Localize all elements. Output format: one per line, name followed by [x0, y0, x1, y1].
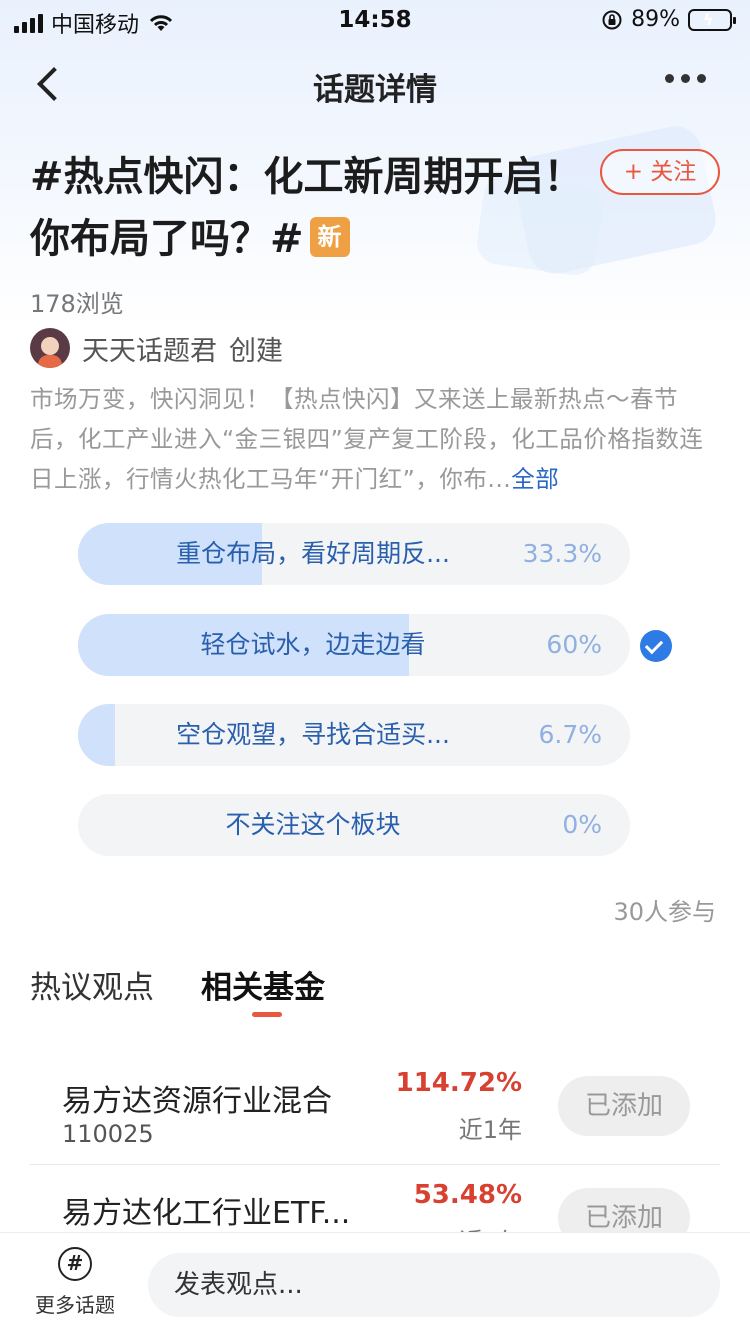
selected-check-icon — [640, 630, 672, 662]
navbar: 话题详情 — [0, 44, 750, 124]
fund-return-period: 近1年 — [458, 1116, 522, 1144]
divider — [30, 1164, 720, 1165]
fund-return: 53.48% — [413, 1180, 522, 1210]
fund-code: 110025 — [62, 1120, 154, 1148]
tab-related-funds[interactable]: 相关基金 — [201, 962, 325, 1007]
poll-option-percent: 33.3% — [522, 539, 602, 568]
bottom-bar: # 更多话题 发表观点... — [0, 1232, 750, 1334]
description-text: 市场万变，快闪洞见！【热点快闪】又来送上最新热点～春节后，化工产业进入“金三银四… — [30, 385, 704, 493]
tab-hot-opinions[interactable]: 热议观点 — [30, 962, 154, 1007]
hashtag-icon: # — [58, 1247, 92, 1281]
more-topics-label: 更多话题 — [35, 1293, 115, 1317]
fund-name: 易方达化工行业ETF... — [62, 1196, 351, 1231]
orientation-lock-icon — [602, 10, 622, 29]
status-right: 89% ϟ — [601, 7, 736, 32]
poll-option[interactable]: 不关注这个板块 0% — [78, 794, 630, 856]
status-bar: 中国移动 14:58 89% ϟ — [0, 0, 750, 40]
new-badge: 新 — [309, 217, 350, 257]
battery-percent: 89% — [631, 7, 680, 32]
poll-option[interactable]: 轻仓试水，边走边看 60% — [78, 614, 630, 676]
follow-button[interactable]: + 关注 — [600, 149, 720, 195]
view-count: 178浏览 — [30, 290, 124, 318]
avatar[interactable] — [30, 328, 70, 368]
topic-title: #热点快闪：化工新周期开启！你布局了吗？# 新 — [30, 146, 590, 270]
topic-description: 市场万变，快闪洞见！【热点快闪】又来送上最新热点～春节后，化工产业进入“金三银四… — [30, 379, 720, 499]
comment-input[interactable]: 发表观点... — [148, 1253, 720, 1317]
poll-option-label: 轻仓试水，边走边看 — [200, 630, 426, 659]
poll-option[interactable]: 空仓观望，寻找合适买... 6.7% — [78, 704, 630, 766]
fund-row[interactable]: 易方达资源行业混合 110025 114.72% 近1年 已添加 — [30, 1062, 720, 1172]
poll-option-label: 空仓观望，寻找合适买... — [176, 720, 450, 749]
creator-name[interactable]: 天天话题君 — [82, 329, 217, 368]
poll-option-label: 重仓布局，看好周期反... — [176, 539, 450, 568]
added-button[interactable]: 已添加 — [558, 1076, 690, 1136]
fund-name: 易方达资源行业混合 — [62, 1084, 332, 1119]
poll-option-percent: 0% — [562, 810, 602, 839]
poll-option[interactable]: 重仓布局，看好周期反... 33.3% — [78, 523, 630, 585]
more-topics-button[interactable]: # 更多话题 — [20, 1247, 130, 1318]
creator-row[interactable]: 天天话题君 创建 — [30, 328, 283, 368]
participant-count: 30人参与 — [613, 898, 716, 926]
fund-return: 114.72% — [395, 1068, 522, 1098]
battery-icon: ϟ — [688, 8, 736, 31]
poll-option-label: 不关注这个板块 — [225, 810, 401, 839]
page-title: 话题详情 — [313, 72, 437, 108]
topic-title-text: #热点快闪：化工新周期开启！你布局了吗？# — [30, 154, 584, 262]
active-tab-indicator — [252, 1012, 282, 1017]
poll-option-percent: 6.7% — [538, 720, 602, 749]
creator-suffix: 创建 — [229, 335, 283, 367]
expand-link[interactable]: 全部 — [511, 465, 559, 493]
poll-option-percent: 60% — [546, 630, 602, 659]
more-options-icon[interactable] — [665, 74, 706, 83]
